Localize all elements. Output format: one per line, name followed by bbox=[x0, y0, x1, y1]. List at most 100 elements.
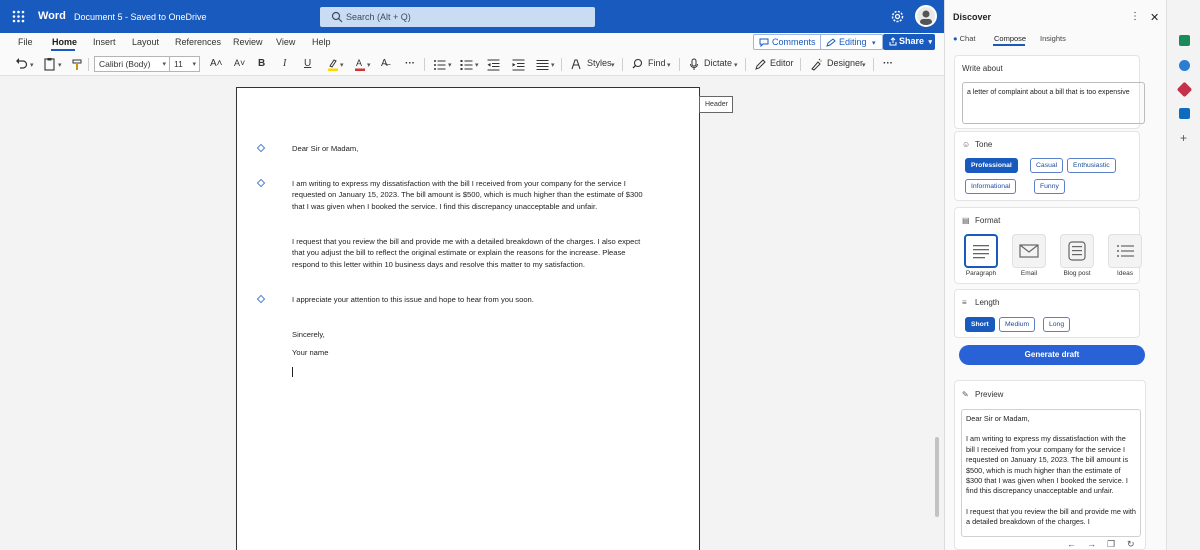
tab-insights[interactable]: Insights bbox=[1040, 34, 1066, 43]
editing-mode-button[interactable]: Editing ▾ bbox=[820, 34, 883, 50]
format-email-button[interactable] bbox=[1012, 234, 1046, 268]
closing[interactable]: Sincerely, bbox=[292, 329, 652, 340]
styles-label[interactable]: Styles bbox=[587, 58, 612, 73]
numbering-icon[interactable] bbox=[460, 57, 473, 72]
menu-file[interactable]: File bbox=[18, 37, 33, 47]
styles-icon[interactable] bbox=[570, 57, 582, 72]
back-arrow-icon[interactable]: ← bbox=[1067, 539, 1076, 549]
tab-compose[interactable]: Compose bbox=[994, 34, 1026, 43]
designer-label[interactable]: Designer bbox=[827, 58, 863, 73]
numbering-dropdown-icon[interactable]: ▾ bbox=[475, 61, 479, 69]
header-tag[interactable]: Header bbox=[699, 96, 733, 113]
format-painter-icon[interactable] bbox=[71, 57, 84, 72]
font-size-select[interactable]: 11 ▾ bbox=[169, 56, 200, 72]
designer-icon[interactable] bbox=[810, 57, 822, 72]
people-icon[interactable] bbox=[1179, 60, 1190, 71]
align-icon[interactable] bbox=[536, 57, 549, 72]
tab-chat[interactable]: ● Chat bbox=[953, 34, 975, 43]
gear-icon[interactable] bbox=[891, 10, 904, 23]
find-label[interactable]: Find bbox=[648, 58, 666, 73]
font-color-icon[interactable]: A bbox=[354, 57, 366, 72]
tone-professional-chip[interactable]: Professional bbox=[965, 158, 1018, 173]
format-blog-post-button[interactable] bbox=[1060, 234, 1094, 268]
dictate-dropdown-icon[interactable]: ▾ bbox=[734, 61, 738, 69]
highlight-icon[interactable] bbox=[327, 57, 339, 72]
write-about-input[interactable]: a letter of complaint about a bill that … bbox=[962, 82, 1145, 124]
find-icon[interactable] bbox=[632, 57, 644, 72]
designer-dropdown-icon[interactable]: ▾ bbox=[862, 61, 866, 69]
tone-enthusiastic-chip[interactable]: Enthusiastic bbox=[1067, 158, 1116, 173]
preview-text-box[interactable]: Dear Sir or Madam, I am writing to expre… bbox=[961, 409, 1141, 537]
menu-view[interactable]: View bbox=[276, 37, 295, 47]
editor-icon[interactable] bbox=[754, 57, 766, 72]
editor-label[interactable]: Editor bbox=[770, 58, 794, 73]
signature[interactable]: Your name bbox=[292, 347, 652, 358]
copy-icon[interactable]: ❐ bbox=[1107, 539, 1115, 550]
paragraph-3[interactable]: I appreciate your attention to this issu… bbox=[292, 294, 652, 305]
search-box[interactable]: Search (Alt + Q) bbox=[320, 7, 595, 27]
paragraph-marker[interactable] bbox=[256, 294, 266, 304]
outlook-icon[interactable] bbox=[1179, 108, 1190, 119]
mic-icon[interactable] bbox=[689, 57, 699, 72]
comments-button[interactable]: Comments bbox=[753, 34, 823, 50]
more-options-icon[interactable]: ⋮ bbox=[1130, 11, 1140, 22]
find-dropdown-icon[interactable]: ▾ bbox=[667, 61, 671, 69]
paragraph-2[interactable]: I request that you review the bill and p… bbox=[292, 236, 652, 270]
font-color-dropdown-icon[interactable]: ▾ bbox=[367, 61, 371, 69]
document-name[interactable]: Document 5 - Saved to OneDrive bbox=[74, 12, 207, 22]
decrease-font-size-icon[interactable]: A˅ bbox=[234, 58, 245, 73]
menu-home[interactable]: Home bbox=[52, 37, 77, 47]
document-scrollbar[interactable] bbox=[933, 77, 941, 550]
highlight-dropdown-icon[interactable]: ▾ bbox=[340, 61, 344, 69]
menu-help[interactable]: Help bbox=[312, 37, 331, 47]
format-ideas-button[interactable] bbox=[1108, 234, 1142, 268]
length-short-chip[interactable]: Short bbox=[965, 317, 995, 332]
align-dropdown-icon[interactable]: ▾ bbox=[551, 61, 555, 69]
office-icon[interactable] bbox=[1176, 81, 1193, 98]
document-page[interactable]: Dear Sir or Madam, I am writing to expre… bbox=[236, 87, 700, 550]
document-canvas[interactable]: Dear Sir or Madam, I am writing to expre… bbox=[0, 77, 944, 550]
menu-insert[interactable]: Insert bbox=[93, 37, 116, 47]
tone-informational-chip[interactable]: Informational bbox=[965, 179, 1017, 194]
decrease-indent-icon[interactable] bbox=[487, 57, 500, 72]
menu-layout[interactable]: Layout bbox=[132, 37, 159, 47]
bullets-icon[interactable] bbox=[433, 57, 446, 72]
add-app-icon[interactable]: + bbox=[1180, 131, 1187, 145]
more-options-icon[interactable]: ··· bbox=[883, 58, 893, 73]
clear-formatting-icon[interactable]: A̶ bbox=[381, 58, 388, 73]
increase-font-size-icon[interactable]: A˄ bbox=[210, 58, 223, 73]
share-button[interactable]: Share ▾ bbox=[883, 34, 935, 50]
close-icon[interactable]: ✕ bbox=[1150, 11, 1159, 24]
styles-dropdown-icon[interactable]: ▾ bbox=[611, 61, 615, 69]
underline-icon[interactable]: U bbox=[304, 58, 311, 73]
menu-review[interactable]: Review bbox=[233, 37, 263, 47]
dictate-label[interactable]: Dictate bbox=[704, 58, 732, 73]
clipboard-icon[interactable] bbox=[43, 57, 56, 72]
more-font-options-icon[interactable]: ··· bbox=[405, 58, 415, 73]
regenerate-icon[interactable]: ↻ bbox=[1127, 539, 1135, 550]
bold-icon[interactable]: B bbox=[258, 58, 265, 73]
forward-arrow-icon[interactable]: → bbox=[1087, 539, 1096, 549]
salutation[interactable]: Dear Sir or Madam, bbox=[292, 143, 652, 154]
increase-indent-icon[interactable] bbox=[512, 57, 525, 72]
planner-icon[interactable] bbox=[1179, 35, 1190, 46]
paragraph-marker[interactable] bbox=[256, 143, 266, 153]
generate-draft-button[interactable]: Generate draft bbox=[959, 345, 1145, 365]
avatar[interactable] bbox=[915, 5, 937, 27]
font-name-select[interactable]: Calibri (Body) ▾ bbox=[94, 56, 170, 72]
app-name[interactable]: Word bbox=[38, 10, 66, 22]
undo-dropdown-icon[interactable]: ▾ bbox=[30, 61, 34, 69]
undo-icon[interactable] bbox=[14, 57, 28, 72]
tone-funny-chip[interactable]: Funny bbox=[1034, 179, 1065, 194]
length-long-chip[interactable]: Long bbox=[1043, 317, 1071, 332]
italic-icon[interactable]: I bbox=[283, 58, 286, 73]
format-paragraph-button[interactable] bbox=[964, 234, 998, 268]
paragraph-marker[interactable] bbox=[256, 178, 266, 188]
paragraph-1[interactable]: I am writing to express my dissatisfacti… bbox=[292, 178, 652, 212]
scrollbar-thumb[interactable] bbox=[935, 437, 939, 517]
length-medium-chip[interactable]: Medium bbox=[999, 317, 1036, 332]
waffle-icon[interactable] bbox=[12, 10, 25, 23]
menu-references[interactable]: References bbox=[175, 37, 221, 47]
paste-dropdown-icon[interactable]: ▾ bbox=[58, 61, 62, 69]
tone-casual-chip[interactable]: Casual bbox=[1030, 158, 1064, 173]
